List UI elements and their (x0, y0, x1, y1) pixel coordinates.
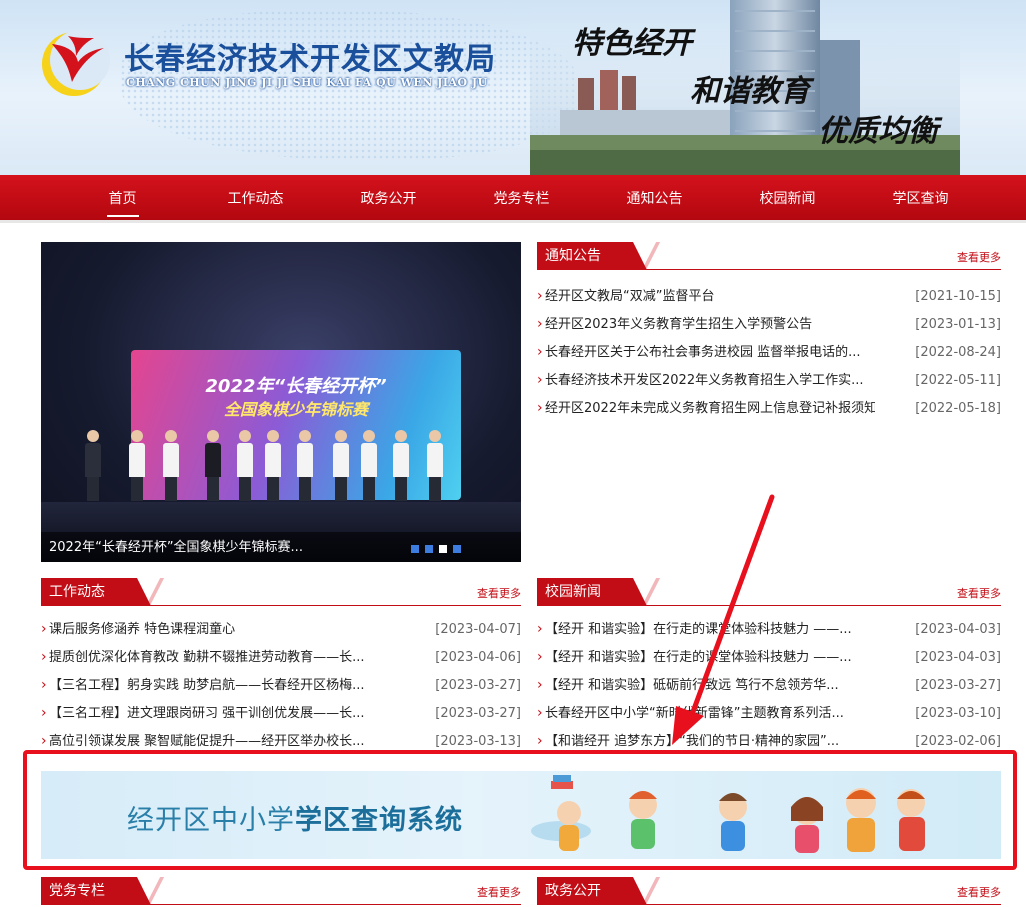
gov-header: 政务公开 查看更多 (537, 877, 1001, 905)
party-section: 党务专栏 查看更多 (41, 877, 521, 905)
gov-more-link[interactable]: 查看更多 (957, 884, 1001, 900)
party-header: 党务专栏 查看更多 (41, 877, 521, 905)
annotation-arrow-icon (672, 494, 775, 745)
party-more-link[interactable]: 查看更多 (477, 884, 521, 900)
party-title: 党务专栏 (41, 877, 151, 905)
gov-title: 政务公开 (537, 877, 647, 905)
gov-section: 政务公开 查看更多 (537, 877, 1001, 905)
